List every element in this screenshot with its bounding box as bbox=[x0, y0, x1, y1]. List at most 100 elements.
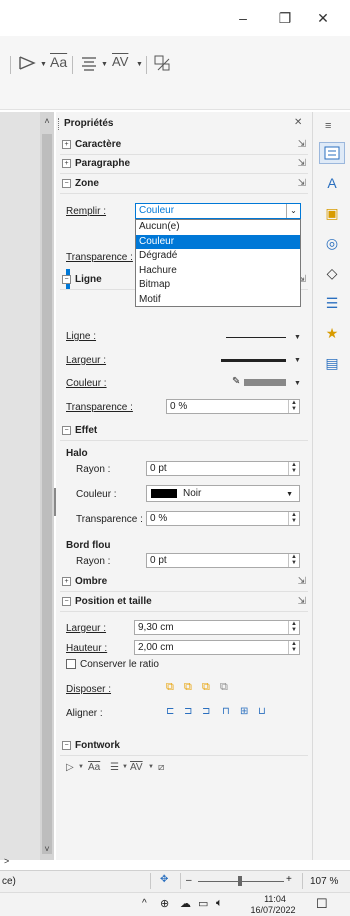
align-right-icon[interactable]: ⊐ bbox=[202, 706, 210, 717]
section-zone[interactable]: − Zone ⇲ bbox=[60, 176, 308, 194]
toggle-extrusion-icon[interactable] bbox=[152, 53, 172, 76]
scroll-thumb[interactable] bbox=[42, 134, 52, 854]
bring-to-front-icon[interactable]: ⧉ bbox=[166, 681, 174, 694]
toggle-extrusion-icon[interactable]: ⧄ bbox=[158, 762, 164, 773]
collapse-icon[interactable]: − bbox=[62, 179, 71, 188]
chevron-down-icon[interactable]: ▼ bbox=[294, 380, 301, 387]
dropdown-option[interactable]: Motif bbox=[136, 293, 300, 308]
more-options-icon[interactable]: ⇲ bbox=[298, 596, 306, 607]
align-top-icon[interactable]: ⊓ bbox=[222, 706, 230, 717]
restore-button[interactable]: ❐ bbox=[275, 10, 295, 27]
section-ombre[interactable]: + Ombre ⇲ bbox=[60, 574, 308, 592]
dropdown-option[interactable]: Couleur bbox=[136, 234, 300, 249]
character-spacing-icon[interactable]: AV bbox=[130, 762, 143, 773]
expand-icon[interactable]: + bbox=[62, 159, 71, 168]
align-center-icon[interactable]: ⊐ bbox=[184, 706, 192, 717]
fontwork-shape-icon[interactable]: ▷ bbox=[66, 762, 74, 773]
zoom-level[interactable]: 107 % bbox=[310, 876, 338, 887]
spacing-dropdown-arrow[interactable]: ▼ bbox=[136, 61, 143, 68]
zoom-in-button[interactable]: + bbox=[286, 874, 292, 885]
section-fontwork[interactable]: − Fontwork bbox=[60, 738, 308, 756]
dropdown-option[interactable]: Aucun(e) bbox=[136, 220, 300, 235]
align-icon[interactable] bbox=[80, 54, 98, 75]
keep-ratio-checkbox[interactable] bbox=[66, 659, 76, 669]
shapes-deck-icon[interactable]: ◇ bbox=[319, 262, 345, 284]
expand-icon[interactable]: + bbox=[62, 577, 71, 586]
sidebar-menu-icon[interactable]: ≡ bbox=[325, 120, 331, 132]
effects-deck-icon[interactable]: ★ bbox=[319, 322, 345, 344]
gallery-deck-icon[interactable]: ▣ bbox=[319, 202, 345, 224]
align-dropdown-arrow[interactable]: ▼ bbox=[101, 61, 108, 68]
more-options-icon[interactable]: ⇲ bbox=[298, 178, 306, 189]
spinner-icon[interactable]: ▲ ▼ bbox=[288, 462, 299, 475]
halo-color-select[interactable]: Noir ▼ bbox=[146, 485, 300, 502]
expand-icon[interactable]: + bbox=[62, 140, 71, 149]
line-color-swatch[interactable] bbox=[244, 379, 286, 386]
section-effet[interactable]: − Effet bbox=[60, 423, 308, 441]
align-bottom-icon[interactable]: ⊔ bbox=[258, 706, 266, 717]
chevron-down-icon[interactable]: ▼ bbox=[286, 488, 293, 501]
line-color-icon[interactable]: ✎ bbox=[232, 376, 240, 387]
shape-dropdown-arrow[interactable]: ▼ bbox=[40, 61, 47, 68]
properties-deck-icon[interactable] bbox=[319, 142, 345, 164]
bring-forward-icon[interactable]: ⧉ bbox=[184, 681, 192, 694]
fontwork-shape-icon[interactable] bbox=[18, 54, 38, 75]
chevron-down-icon[interactable]: ▼ bbox=[294, 357, 301, 364]
chevron-down-icon[interactable]: ▼ bbox=[78, 764, 84, 770]
spinner-icon[interactable]: ▲ ▼ bbox=[288, 400, 299, 413]
spinner-icon[interactable]: ▲ ▼ bbox=[288, 554, 299, 567]
same-height-icon[interactable]: Aa bbox=[88, 762, 100, 773]
close-button[interactable]: ✕ bbox=[313, 10, 333, 27]
chevron-down-icon[interactable]: ⌄ bbox=[286, 204, 300, 218]
section-paragraphe[interactable]: + Paragraphe ⇲ bbox=[60, 156, 308, 174]
fill-type-select[interactable]: Couleur ⌄ bbox=[135, 203, 301, 219]
fill-type-dropdown[interactable]: Aucun(e) Couleur Dégradé Hachure Bitmap … bbox=[135, 219, 301, 307]
dropdown-option[interactable]: Dégradé bbox=[136, 249, 300, 264]
collapse-icon[interactable]: − bbox=[62, 275, 71, 284]
align-icon[interactable]: ☰ bbox=[110, 762, 119, 773]
spinner-icon[interactable]: ▲ ▼ bbox=[288, 641, 299, 654]
section-caractere[interactable]: + Caractère ⇲ bbox=[60, 137, 308, 155]
halo-radius-field[interactable]: 0 pt ▲ ▼ bbox=[146, 461, 300, 476]
soft-edge-radius-field[interactable]: 0 pt ▲ ▼ bbox=[146, 553, 300, 568]
collapse-icon[interactable]: − bbox=[62, 426, 71, 435]
animation-deck-icon[interactable]: ☰ bbox=[319, 292, 345, 314]
vertical-scrollbar[interactable]: ˄ ˅ bbox=[40, 112, 54, 860]
chevron-down-icon[interactable]: ▼ bbox=[294, 334, 301, 341]
send-to-back-icon[interactable]: ⧉ bbox=[220, 681, 228, 694]
zoom-out-button[interactable]: – bbox=[186, 875, 192, 886]
expand-icon[interactable]: > bbox=[4, 856, 9, 866]
dropdown-option[interactable]: Bitmap bbox=[136, 278, 300, 293]
network-icon[interactable]: ⊕ bbox=[160, 897, 169, 910]
same-height-icon[interactable]: Aa bbox=[50, 54, 67, 70]
volume-icon[interactable]: 🔈︎ bbox=[216, 897, 223, 910]
clock-time[interactable]: 11:04 bbox=[250, 894, 300, 904]
line-transparency-field[interactable]: 0 % ▲ ▼ bbox=[166, 399, 300, 414]
more-options-icon[interactable]: ⇲ bbox=[298, 576, 306, 587]
align-middle-icon[interactable]: ⊞ bbox=[240, 706, 248, 717]
height-field[interactable]: 2,00 cm ▲ ▼ bbox=[134, 640, 300, 655]
chevron-up-icon[interactable]: ^ bbox=[142, 898, 147, 909]
cloud-icon[interactable]: ☁ bbox=[180, 897, 191, 910]
more-options-icon[interactable]: ⇲ bbox=[298, 139, 306, 150]
line-style-preview[interactable] bbox=[226, 337, 286, 338]
section-position[interactable]: − Position et taille ⇲ bbox=[60, 594, 308, 612]
character-spacing-icon[interactable]: AV bbox=[112, 54, 128, 69]
display-icon[interactable]: ▭ bbox=[198, 897, 208, 910]
line-width-preview[interactable] bbox=[221, 359, 286, 362]
align-left-icon[interactable]: ⊏ bbox=[166, 706, 174, 717]
styles-deck-icon[interactable]: A bbox=[319, 172, 345, 194]
clock-date[interactable]: 16/07/2022 bbox=[242, 905, 304, 915]
collapse-icon[interactable]: − bbox=[62, 741, 71, 750]
panel-close-icon[interactable]: ✕ bbox=[294, 117, 302, 128]
spinner-icon[interactable]: ▲ ▼ bbox=[288, 621, 299, 634]
more-options-icon[interactable]: ⇲ bbox=[298, 158, 306, 169]
scroll-up-icon[interactable]: ˄ bbox=[40, 116, 54, 126]
width-field[interactable]: 9,30 cm ▲ ▼ bbox=[134, 620, 300, 635]
scroll-down-icon[interactable]: ˅ bbox=[40, 844, 54, 854]
collapse-icon[interactable]: − bbox=[62, 597, 71, 606]
spinner-icon[interactable]: ▲ ▼ bbox=[288, 512, 299, 525]
send-backward-icon[interactable]: ⧉ bbox=[202, 681, 210, 694]
chevron-down-icon[interactable]: ▼ bbox=[122, 764, 128, 770]
notification-icon[interactable]: ☐ bbox=[316, 896, 328, 912]
